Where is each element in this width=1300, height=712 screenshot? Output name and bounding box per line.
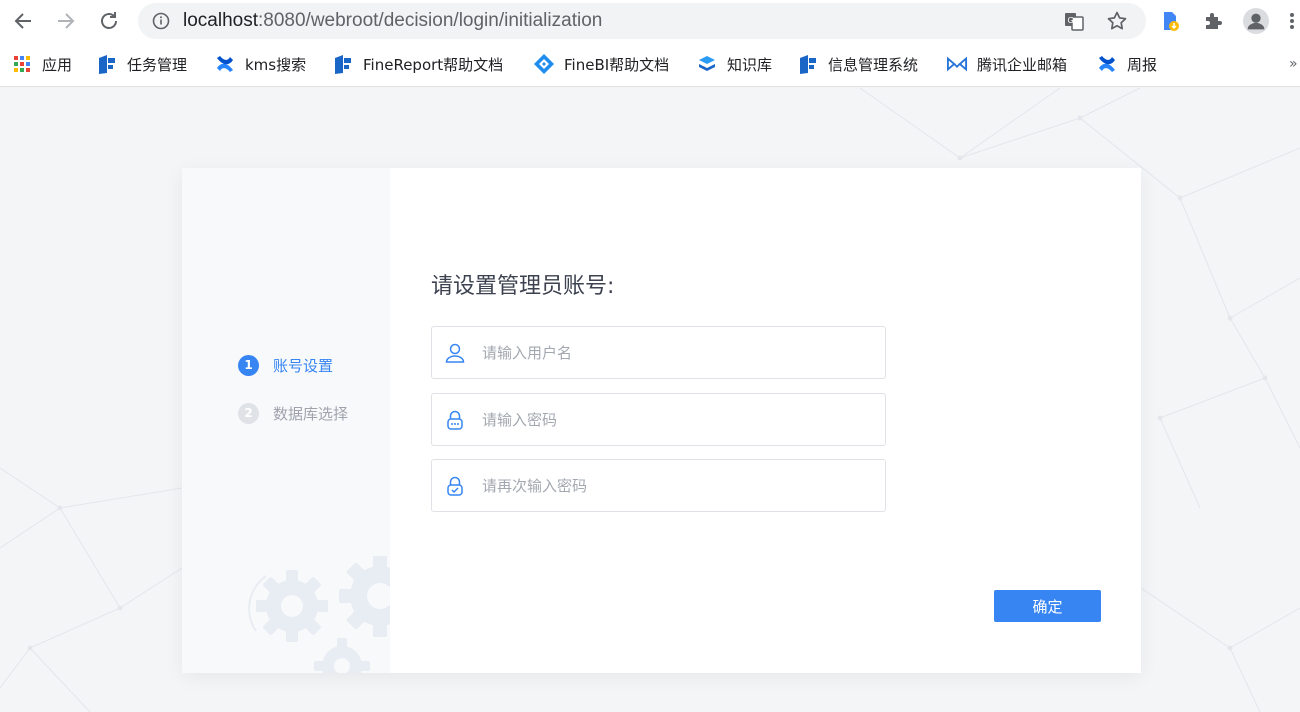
confirm-password-field[interactable]: [431, 459, 886, 512]
address-bar[interactable]: localhost:8080/webroot/decision/login/in…: [138, 3, 1146, 39]
step-account-setup: 1 账号设置: [238, 353, 333, 377]
bookmark-label: FineBI帮助文档: [564, 55, 670, 74]
reload-button[interactable]: [96, 8, 122, 34]
bookmark-knowledge-base[interactable]: 知识库: [697, 52, 772, 76]
info-icon[interactable]: [152, 12, 170, 34]
bookmark-star-icon[interactable]: [1106, 10, 1128, 36]
finebi-icon: [534, 54, 554, 74]
bookmarks-overflow-button[interactable]: »: [1289, 52, 1298, 76]
confirm-password-input[interactable]: [482, 460, 877, 511]
extensions-puzzle-icon[interactable]: [1200, 8, 1226, 34]
setup-card: 1 账号设置 2 数据库选择 请设置管理员账号: 请输入用户名 确定: [182, 168, 1141, 673]
page-body: 1 账号设置 2 数据库选择 请设置管理员账号: 请输入用户名 确定: [0, 88, 1300, 712]
lock-icon: [447, 410, 463, 430]
page-title: 请设置管理员账号:: [431, 274, 615, 299]
step-label: 数据库选择: [273, 404, 349, 423]
step-label: 账号设置: [273, 356, 334, 375]
profile-avatar-icon[interactable]: [1243, 8, 1269, 34]
username-field[interactable]: [431, 326, 886, 379]
bookmark-label: 周报: [1127, 55, 1158, 74]
bookmark-kms-search[interactable]: kms搜索: [215, 52, 306, 76]
bookmark-label: 腾讯企业邮箱: [977, 55, 1068, 74]
forward-arrow-icon: [58, 13, 75, 29]
steps-sidebar: 1 账号设置 2 数据库选择: [182, 168, 390, 673]
finereport-icon: [97, 54, 117, 74]
bookmark-label: 任务管理: [127, 55, 188, 74]
bookmark-label: kms搜索: [245, 55, 307, 74]
bookmarks-overflow-label: »: [1289, 56, 1298, 72]
extension-download-icon[interactable]: [1157, 8, 1183, 34]
bookmark-finebi-docs[interactable]: FineBI帮助文档: [534, 52, 669, 76]
step-database-select: 2 数据库选择: [238, 401, 348, 425]
bookmark-label: FineReport帮助文档: [363, 55, 504, 74]
finereport-icon: [333, 54, 353, 74]
lock-check-icon: [447, 476, 463, 496]
bookmark-label: 知识库: [727, 55, 773, 74]
confirm-button[interactable]: 确定: [994, 590, 1101, 622]
forward-button[interactable]: [53, 8, 79, 34]
layers-icon: [697, 54, 717, 74]
back-button[interactable]: [10, 8, 36, 34]
step-number: 2: [238, 402, 259, 424]
confluence-icon: [215, 54, 235, 74]
bookmarks-bar: 应用 任务管理 kms搜索 FineReport帮助文档 FineBI帮助文档 …: [0, 42, 1300, 87]
bookmark-tencent-mail[interactable]: 腾讯企业邮箱: [947, 52, 1067, 76]
svg-text:G: G: [1068, 16, 1074, 25]
url-path: :8080/webroot/decision/login/initializat…: [258, 10, 603, 31]
reload-icon: [101, 12, 117, 29]
bookmark-apps[interactable]: 应用: [12, 52, 72, 76]
confluence-icon: [1097, 54, 1117, 74]
finereport-icon: [798, 54, 818, 74]
tencent-mail-icon: [947, 54, 967, 74]
bookmark-label: 应用: [42, 55, 73, 74]
translate-icon[interactable]: G: [1063, 10, 1085, 36]
apps-grid-icon: [12, 54, 32, 74]
password-input[interactable]: [482, 394, 877, 445]
browser-menu-icon[interactable]: [1284, 8, 1300, 34]
bookmark-task-management[interactable]: 任务管理: [97, 52, 187, 76]
username-input[interactable]: [482, 327, 877, 378]
user-icon: [445, 343, 465, 363]
url-text[interactable]: localhost:8080/webroot/decision/login/in…: [183, 10, 602, 32]
back-arrow-icon: [14, 13, 31, 29]
bookmark-info-system[interactable]: 信息管理系统: [798, 52, 918, 76]
bookmark-weekly-report[interactable]: 周报: [1097, 52, 1157, 76]
browser-toolbar: localhost:8080/webroot/decision/login/in…: [0, 0, 1300, 42]
url-host: localhost: [183, 10, 258, 31]
bookmark-label: 信息管理系统: [828, 55, 919, 74]
bookmark-finereport-docs[interactable]: FineReport帮助文档: [333, 52, 503, 76]
gears-decoration-icon: [248, 556, 390, 673]
step-number: 1: [238, 354, 259, 376]
password-field[interactable]: [431, 393, 886, 446]
